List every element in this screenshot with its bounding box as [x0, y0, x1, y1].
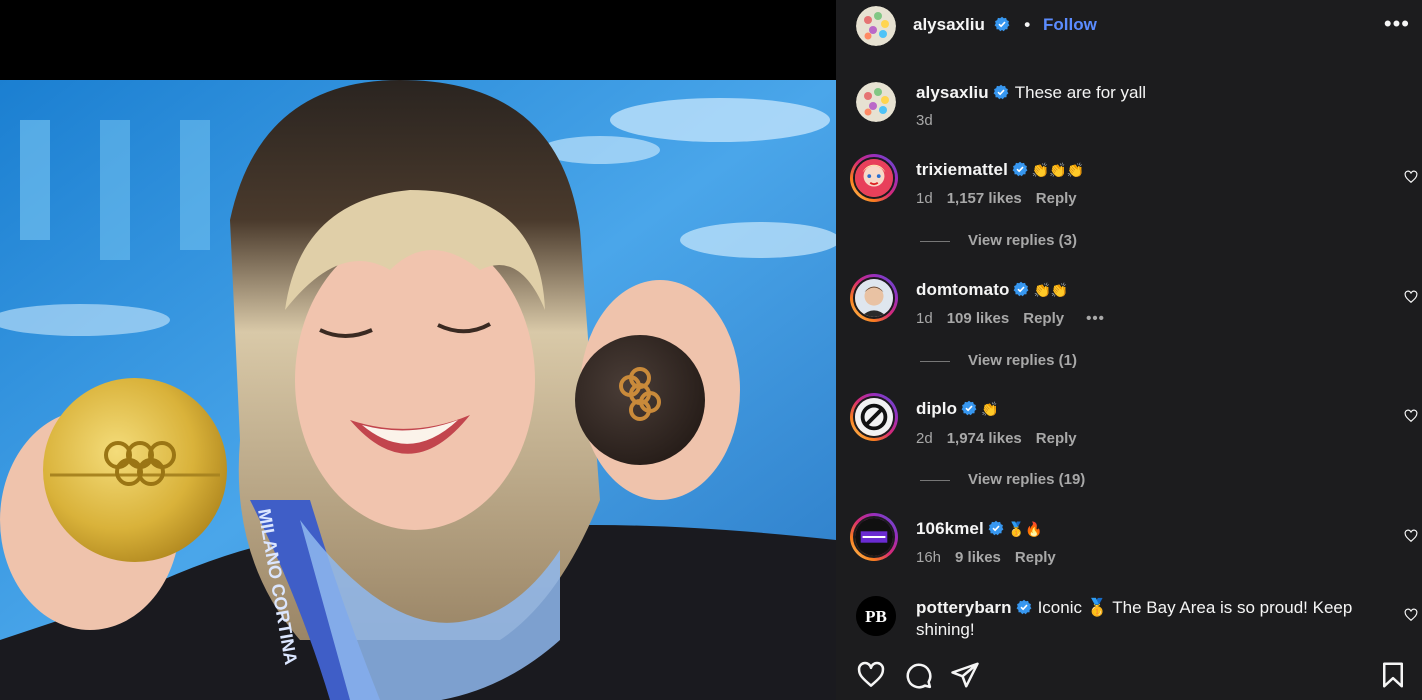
header-username[interactable]: alysaxliu — [913, 15, 985, 34]
verified-badge-icon — [1016, 599, 1032, 615]
comment-time[interactable]: 16h — [916, 549, 941, 566]
comment-row: 106kmel 🥇🔥 — [916, 518, 1386, 541]
bookmark-icon[interactable] — [1378, 660, 1408, 690]
reply-button[interactable]: Reply — [1036, 190, 1077, 207]
comment-likes[interactable]: 1,974 likes — [947, 430, 1022, 447]
commenter-avatar[interactable] — [850, 513, 898, 561]
comment-like-heart-icon[interactable] — [1404, 170, 1418, 184]
comment-meta: 16h 9 likes Reply — [916, 549, 1070, 566]
post-header: alysaxliu • Follow — [913, 15, 1097, 35]
separator-dot: • — [1024, 15, 1031, 34]
trixie-avatar-icon — [855, 159, 893, 197]
view-replies-label: View replies (1) — [968, 352, 1077, 369]
comment-row: domtomato 👏👏 — [916, 279, 1386, 302]
diplo-avatar-icon — [855, 398, 893, 436]
comment-likes[interactable]: 1,157 likes — [947, 190, 1022, 207]
verified-badge-icon — [1012, 161, 1028, 177]
comment-likes[interactable]: 9 likes — [955, 549, 1001, 566]
comment-username[interactable]: domtomato — [916, 280, 1009, 299]
more-options-icon[interactable]: ••• — [1384, 13, 1410, 35]
comment-meta: 1d 1,157 likes Reply — [916, 190, 1091, 207]
potterybarn-logo-text: PB — [865, 607, 887, 626]
replies-divider — [920, 240, 950, 242]
commenter-avatar[interactable]: PB — [856, 596, 896, 636]
verified-badge-icon — [988, 520, 1004, 536]
comment-like-heart-icon[interactable] — [1404, 409, 1418, 423]
comment-text: 👏👏 — [1033, 283, 1069, 299]
domtomato-avatar-icon — [855, 279, 893, 317]
verified-badge-icon — [961, 400, 977, 416]
cereal-avatar-icon — [856, 82, 896, 122]
comment-username[interactable]: potterybarn — [916, 598, 1012, 617]
comment-row: potterybarn Iconic 🥇 The Bay Area is so p… — [916, 597, 1366, 641]
share-icon[interactable] — [950, 660, 980, 690]
comment-username[interactable]: diplo — [916, 399, 957, 418]
comment-username[interactable]: 106kmel — [916, 519, 984, 538]
potterybarn-avatar-icon: PB — [856, 596, 896, 636]
comment-meta: 1d 109 likes Reply ••• — [916, 310, 1119, 327]
reply-button[interactable]: Reply — [1023, 310, 1064, 327]
view-replies-button[interactable]: View replies (1) — [920, 352, 1077, 369]
106kmel-avatar-icon — [855, 518, 893, 556]
comment-like-heart-icon[interactable] — [1404, 529, 1418, 543]
commenter-avatar[interactable] — [850, 274, 898, 322]
comment-meta: 2d 1,974 likes Reply — [916, 430, 1091, 447]
comment-text: 🥇🔥 — [1007, 522, 1043, 538]
caption-avatar[interactable] — [856, 82, 896, 122]
comments-panel: alysaxliu • Follow ••• alysaxliu These ar… — [836, 0, 1422, 700]
reply-button[interactable]: Reply — [1015, 549, 1056, 566]
cereal-avatar-icon — [856, 6, 896, 46]
comment-text: 👏 — [981, 402, 999, 418]
commenter-avatar[interactable] — [850, 393, 898, 441]
caption-username[interactable]: alysaxliu — [916, 83, 989, 102]
view-replies-button[interactable]: View replies (3) — [920, 232, 1077, 249]
comment-time[interactable]: 1d — [916, 190, 933, 207]
post-photo[interactable]: MILANO CORTINA — [0, 80, 836, 700]
comment-text: 👏👏👏 — [1031, 163, 1085, 179]
reply-button[interactable]: Reply — [1036, 430, 1077, 447]
view-replies-button[interactable]: View replies (19) — [920, 471, 1085, 488]
view-replies-label: View replies (3) — [968, 232, 1077, 249]
photo-illustration: MILANO CORTINA — [0, 80, 836, 700]
comment-like-heart-icon[interactable] — [1404, 290, 1418, 304]
comment-row: diplo 👏 — [916, 398, 1386, 421]
commenter-avatar[interactable] — [850, 154, 898, 202]
post-media[interactable]: MILANO CORTINA — [0, 0, 836, 700]
comment-time[interactable]: 2d — [916, 430, 933, 447]
comment-options-icon[interactable]: ••• — [1086, 310, 1105, 327]
heart-icon[interactable] — [856, 660, 886, 690]
view-replies-label: View replies (19) — [968, 471, 1086, 488]
replies-divider — [920, 360, 950, 362]
verified-badge-icon — [1013, 281, 1029, 297]
caption: alysaxliu These are for yall — [916, 82, 1386, 104]
caption-text: These are for yall — [1014, 83, 1147, 102]
caption-time[interactable]: 3d — [916, 112, 933, 129]
comment-icon[interactable] — [903, 660, 933, 690]
replies-divider — [920, 479, 950, 481]
verified-badge-icon — [993, 84, 1009, 100]
comment-username[interactable]: trixiemattel — [916, 160, 1008, 179]
comment-like-heart-icon[interactable] — [1404, 608, 1418, 622]
post-action-bar — [836, 650, 1422, 700]
comment-time[interactable]: 1d — [916, 310, 933, 327]
verified-badge-icon — [994, 16, 1010, 32]
comment-row: trixiemattel 👏👏👏 — [916, 159, 1386, 182]
caption-meta: 3d — [916, 112, 947, 129]
header-avatar[interactable] — [856, 6, 896, 46]
comment-likes[interactable]: 109 likes — [947, 310, 1010, 327]
follow-button[interactable]: Follow — [1043, 15, 1097, 34]
